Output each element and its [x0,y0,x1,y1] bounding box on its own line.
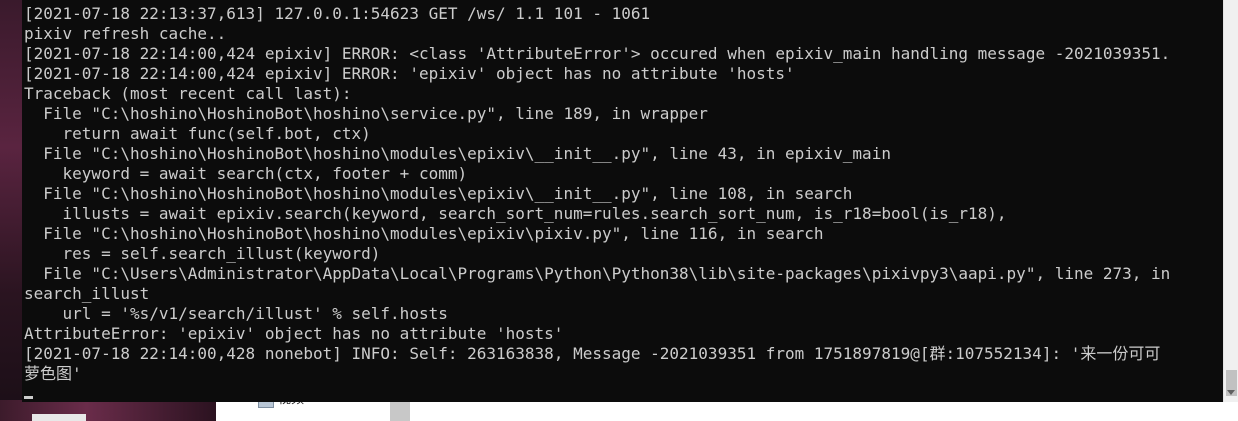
console-line: Traceback (most recent call last): [24,84,352,103]
console-line: [2021-07-18 22:14:00,424 epixiv] ERROR: … [24,64,795,83]
console-line: 萝色图' [24,364,82,383]
console-line: File "C:\hoshino\HoshinoBot\hoshino\serv… [24,104,708,123]
console-line: AttributeError: 'epixiv' object has no a… [24,324,564,343]
text-cursor [24,396,33,399]
console-line: res = self.search_illust(keyword) [24,244,381,263]
console-line: [2021-07-18 22:14:00,424 epixiv] ERROR: … [24,44,1171,63]
console-line: File "C:\Users\Administrator\AppData\Loc… [24,264,1171,283]
console-line: File "C:\hoshino\HoshinoBot\hoshino\modu… [24,144,891,163]
console-line: [2021-07-18 22:13:37,613] 127.0.0.1:5462… [24,4,651,23]
console-line: return await func(self.bot, ctx) [24,124,371,143]
desktop-item-label [32,414,86,421]
background-window [216,400,1238,421]
scroll-down-arrow-icon[interactable] [1227,390,1235,395]
console-line: search_illust [24,284,150,303]
console-line: url = '%s/v1/search/illust' % self.hosts [24,304,448,323]
console-line: [2021-07-18 22:14:00,428 nonebot] INFO: … [24,344,1161,363]
console-output: [2021-07-18 22:13:37,613] 127.0.0.1:5462… [24,4,1221,384]
desktop-wallpaper [0,0,24,421]
console-line: pixiv refresh cache.. [24,24,227,43]
console-window[interactable]: [2021-07-18 22:13:37,613] 127.0.0.1:5462… [22,0,1223,402]
console-line: File "C:\hoshino\HoshinoBot\hoshino\modu… [24,224,824,243]
background-window-scrollbar[interactable] [390,400,410,421]
console-line: keyword = await search(ctx, footer + com… [24,164,468,183]
desktop-wallpaper-lower [0,400,216,421]
console-line: File "C:\hoshino\HoshinoBot\hoshino\modu… [24,184,853,203]
console-line: illusts = await epixiv.search(keyword, s… [24,204,1007,223]
console-scrollbar[interactable] [1223,0,1238,402]
